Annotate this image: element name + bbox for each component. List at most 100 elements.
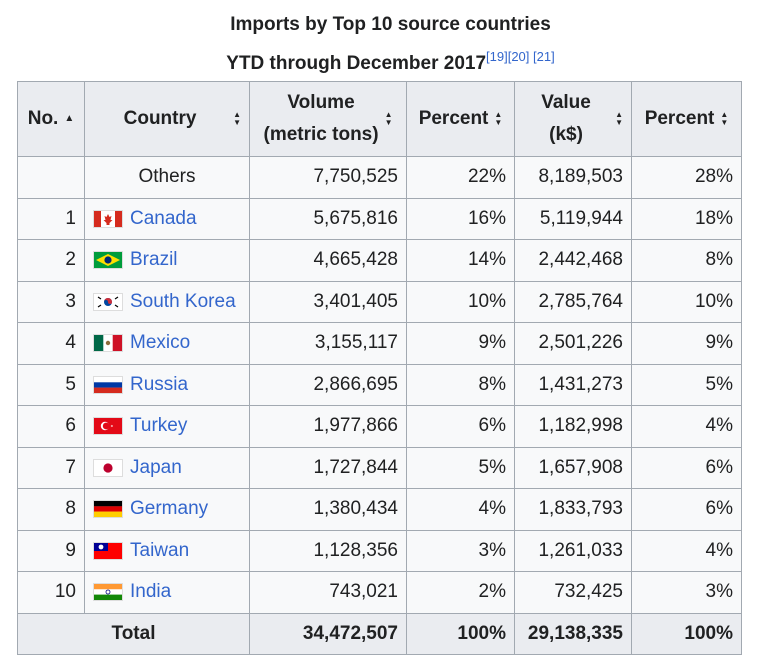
reference-link-19[interactable]: [19] (486, 49, 508, 64)
country-link[interactable]: South Korea (130, 291, 236, 312)
volume-cell: 3,401,405 (249, 280, 407, 323)
rank-cell: 9 (17, 529, 85, 572)
table-row: Others 7,750,525 22% 8,189,503 28% (17, 156, 742, 199)
country-cell: Canada (84, 197, 250, 240)
country-cell: Brazil (84, 239, 250, 282)
table-row: 1 Canada 5,675,816 16% 5,119,944 18% (17, 197, 742, 240)
total-row: Total 34,472,507 100% 29,138,335 100% (17, 612, 742, 655)
value-cell: 2,785,764 (514, 280, 632, 323)
country-link[interactable]: Brazil (130, 249, 178, 270)
volume-percent-cell: 2% (406, 571, 515, 614)
value-percent-cell: 6% (631, 488, 742, 531)
volume-cell: 4,665,428 (249, 239, 407, 282)
header-value-line2: (k$) (549, 124, 583, 145)
value-percent-cell: 6% (631, 446, 742, 489)
header-row: No. ▲ Country ▲ ▼ Volume (metric tons) ▲ ▼ Per… (17, 81, 742, 157)
value-cell: 1,431,273 (514, 363, 632, 406)
sort-both-icon: ▲ ▼ (494, 110, 503, 127)
country-link[interactable]: Canada (130, 208, 197, 229)
table-row: 8 Germany 1,380,434 4% 1,833,793 6% (17, 488, 742, 531)
country-cell: India (84, 571, 250, 614)
header-volume-line1: Volume (287, 92, 355, 113)
header-percent-volume[interactable]: Percent ▲ ▼ (406, 81, 515, 157)
header-volume-line2: (metric tons) (263, 124, 379, 145)
header-no[interactable]: No. ▲ (17, 81, 85, 157)
total-volume: 34,472,507 (249, 612, 407, 655)
volume-cell: 1,128,356 (249, 529, 407, 572)
country-link[interactable]: Taiwan (130, 540, 189, 561)
header-value[interactable]: Value (k$) ▲ ▼ (514, 81, 632, 157)
caption-subtitle: YTD through December 2017[19][20] [21] (0, 41, 781, 79)
volume-cell: 1,977,866 (249, 405, 407, 448)
value-percent-cell: 10% (631, 280, 742, 323)
russia-flag-icon (93, 375, 123, 394)
value-cell: 1,182,998 (514, 405, 632, 448)
value-percent-cell: 4% (631, 529, 742, 572)
volume-cell: 743,021 (249, 571, 407, 614)
sort-both-icon: ▲ ▼ (233, 110, 241, 127)
header-value-label: Value (k$) (523, 87, 609, 151)
imports-table: No. ▲ Country ▲ ▼ Volume (metric tons) ▲ ▼ Per… (17, 81, 742, 655)
volume-percent-cell: 9% (406, 322, 515, 365)
header-percent-volume-label: Percent (418, 108, 489, 129)
volume-cell: 3,155,117 (249, 322, 407, 365)
country-link[interactable]: Japan (130, 457, 182, 478)
sort-both-icon: ▲ ▼ (615, 110, 623, 127)
rank-cell: 2 (17, 239, 85, 282)
sort-ascending-icon: ▲ (64, 113, 75, 124)
table-row: 4 Mexico 3,155,117 9% 2,501,226 9% (17, 322, 742, 365)
value-percent-cell: 18% (631, 197, 742, 240)
reference-link-21[interactable]: [21] (533, 49, 555, 64)
country-cell: Others (84, 156, 250, 199)
volume-percent-cell: 4% (406, 488, 515, 531)
volume-cell: 5,675,816 (249, 197, 407, 240)
value-percent-cell: 28% (631, 156, 742, 199)
volume-percent-cell: 14% (406, 239, 515, 282)
caption-subtitle-text: YTD through December 2017 (226, 53, 487, 74)
value-cell: 1,261,033 (514, 529, 632, 572)
value-percent-cell: 8% (631, 239, 742, 282)
south-korea-flag-icon (93, 292, 123, 311)
header-country[interactable]: Country ▲ ▼ (84, 81, 250, 157)
country-cell: Germany (84, 488, 250, 531)
volume-percent-cell: 10% (406, 280, 515, 323)
japan-flag-icon (93, 458, 123, 477)
rank-cell: 4 (17, 322, 85, 365)
india-flag-icon (93, 583, 123, 602)
country-cell: Taiwan (84, 529, 250, 572)
sort-both-icon: ▲ ▼ (720, 110, 729, 127)
canada-flag-icon (93, 209, 123, 228)
volume-percent-cell: 16% (406, 197, 515, 240)
rank-cell (17, 156, 85, 199)
table-row: 9 Taiwan 1,128,356 3% 1,261,033 4% (17, 529, 742, 572)
germany-flag-icon (93, 500, 123, 519)
header-percent-value[interactable]: Percent ▲ ▼ (631, 81, 742, 157)
mexico-flag-icon (93, 334, 123, 353)
taiwan-flag-icon (93, 541, 123, 560)
table-row: 6 Turkey 1,977,866 6% 1,182,998 4% (17, 405, 742, 448)
volume-percent-cell: 5% (406, 446, 515, 489)
volume-percent-cell: 22% (406, 156, 515, 199)
volume-cell: 2,866,695 (249, 363, 407, 406)
total-volume-percent: 100% (406, 612, 515, 655)
table-row: 10 India 743,021 2% 732,425 3% (17, 571, 742, 614)
total-label: Total (17, 612, 250, 655)
rank-cell: 3 (17, 280, 85, 323)
country-link[interactable]: Turkey (130, 415, 187, 436)
caption-title: Imports by Top 10 source countries (230, 14, 551, 35)
value-cell: 2,442,468 (514, 239, 632, 282)
rank-cell: 5 (17, 363, 85, 406)
reference-links: [19][20] [21] (486, 49, 555, 64)
reference-link-20[interactable]: [20] (508, 49, 530, 64)
value-cell: 1,833,793 (514, 488, 632, 531)
rank-cell: 1 (17, 197, 85, 240)
country-link[interactable]: Germany (130, 498, 208, 519)
total-value-percent: 100% (631, 612, 742, 655)
country-link[interactable]: Mexico (130, 332, 190, 353)
volume-cell: 7,750,525 (249, 156, 407, 199)
country-link[interactable]: India (130, 581, 171, 602)
country-link[interactable]: Russia (130, 374, 188, 395)
country-cell: Russia (84, 363, 250, 406)
value-cell: 8,189,503 (514, 156, 632, 199)
header-volume[interactable]: Volume (metric tons) ▲ ▼ (249, 81, 407, 157)
